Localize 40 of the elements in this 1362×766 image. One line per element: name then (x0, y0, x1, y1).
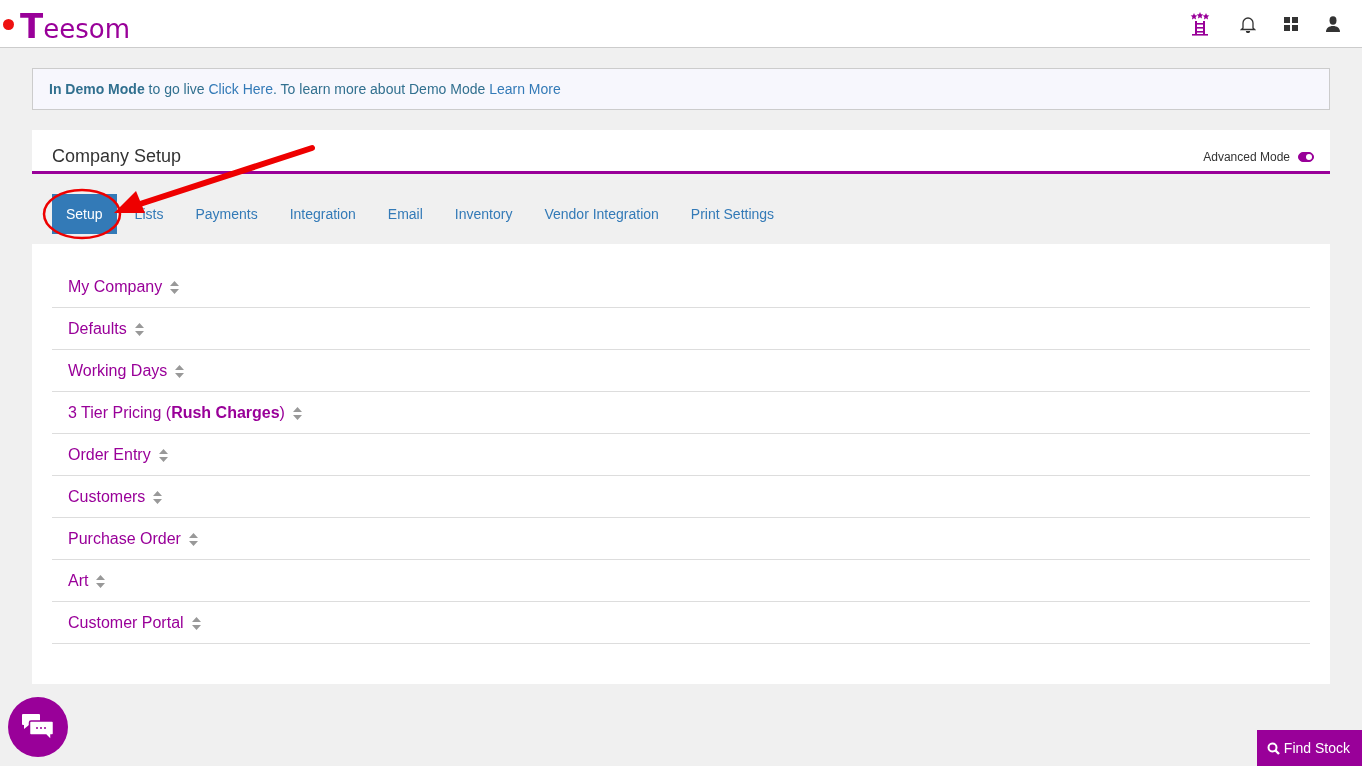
sort-icon (158, 448, 168, 462)
user-icon[interactable] (1326, 15, 1340, 32)
section-link[interactable]: Customer Portal (68, 614, 184, 632)
section-link[interactable]: Order Entry (68, 446, 151, 464)
sort-icon (191, 616, 201, 630)
sort-icon (175, 364, 185, 378)
section-link[interactable]: Working Days (68, 362, 168, 380)
sort-icon (134, 322, 144, 336)
toggle-switch[interactable] (1298, 151, 1314, 162)
tab[interactable]: Vendor Integration (530, 194, 673, 234)
section-link[interactable]: Defaults (68, 320, 127, 338)
link[interactable]: Learn More (489, 81, 561, 97)
tab[interactable]: Email (373, 194, 437, 234)
sort-icon (292, 406, 302, 420)
stars-ladder-icon[interactable] (1188, 11, 1212, 36)
chat-button[interactable] (8, 697, 68, 757)
section-link[interactable]: Art (68, 572, 89, 590)
sort-icon (170, 280, 180, 294)
section-link[interactable]: 3 Tier Pricing (Rush Charges) (68, 404, 285, 422)
sort-icon (188, 532, 198, 546)
logo[interactable]: Teesom (20, 5, 130, 46)
search-icon (1266, 741, 1280, 755)
section-link[interactable]: My Company (68, 278, 163, 296)
section-link[interactable]: Purchase Order (68, 530, 181, 548)
tab[interactable]: Inventory (440, 194, 527, 234)
grid-icon[interactable] (1284, 16, 1298, 31)
tab[interactable]: Print Settings (676, 194, 789, 234)
tab[interactable]: Integration (275, 194, 370, 234)
bell-icon[interactable] (1240, 14, 1256, 33)
sort-icon (96, 574, 106, 588)
toggle-label: Advanced Mode (1203, 149, 1290, 164)
sort-icon (153, 490, 163, 504)
link[interactable]: Click Here (208, 81, 274, 97)
chat-bubbles-icon (21, 713, 55, 741)
tab[interactable]: Payments (181, 194, 272, 234)
tab[interactable]: Setup (52, 194, 117, 234)
section-link[interactable]: Customers (68, 488, 146, 506)
panel-title: Company Setup (52, 146, 183, 167)
find-stock-button[interactable]: Find Stock (1256, 730, 1362, 766)
demo-mode-notice: In Demo Mode to go live Click Here. To learn more about Demo Mode Learn More (32, 68, 1330, 110)
